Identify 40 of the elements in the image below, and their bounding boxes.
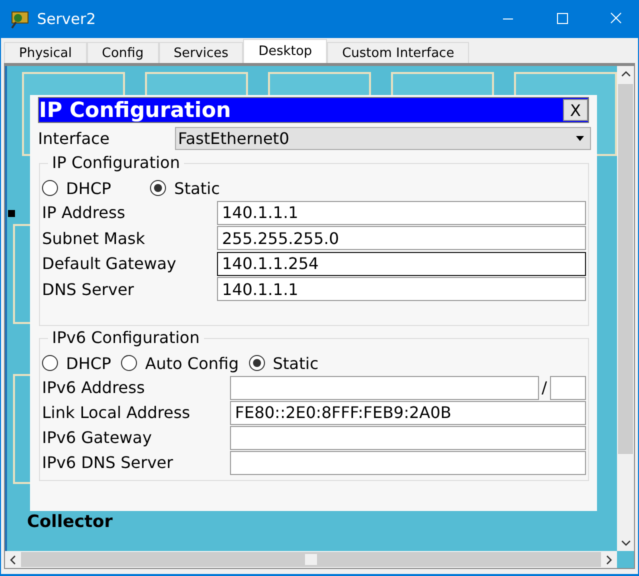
field-label: IPv6 Address	[42, 378, 146, 397]
scroll-thumb[interactable]	[618, 84, 633, 454]
input-field[interactable]	[230, 376, 539, 400]
tab[interactable]: Physical	[4, 42, 87, 63]
input-field[interactable]: 140.1.1.1	[217, 277, 586, 302]
radio-button[interactable]: Static	[248, 354, 318, 372]
input-field[interactable]: FE80::2E0:8FFF:FEB9:2A0B	[230, 400, 586, 424]
tab[interactable]: Custom Interface	[327, 42, 470, 63]
radio-button[interactable]: DHCP	[42, 178, 112, 198]
radio-button[interactable]: DHCP	[42, 354, 112, 372]
separator-label: /	[542, 378, 547, 397]
field-label: IP Address	[42, 203, 126, 222]
group-title: IPv6 Configuration	[48, 328, 204, 347]
field-label: Subnet Mask	[42, 228, 146, 248]
field-label: IPv6 DNS Server	[42, 453, 174, 472]
input-field[interactable]: 140.1.1.254	[217, 252, 586, 276]
scroll-thumb[interactable]	[305, 554, 317, 565]
field-label: Interface	[38, 128, 111, 148]
app-label: Collector	[27, 512, 113, 532]
tab[interactable]: Services	[158, 42, 244, 63]
caret-icon	[576, 136, 584, 140]
field-label: Link Local Address	[42, 403, 192, 422]
tab[interactable]: Desktop	[243, 39, 328, 63]
field-label: Default Gateway	[42, 254, 178, 274]
window-title: Server2	[37, 10, 97, 28]
prefix-field[interactable]	[550, 376, 586, 400]
dialog-title: IP Configuration	[39, 98, 232, 122]
input-field[interactable]: 255.255.255.0	[217, 226, 586, 250]
group-title: IP Configuration	[48, 153, 184, 172]
input-field[interactable]	[230, 426, 586, 450]
field-label: IPv6 Gateway	[42, 428, 153, 447]
interface-dropdown[interactable]: FastEthernet0	[175, 126, 591, 150]
tab[interactable]: Config	[86, 42, 159, 63]
radio-button[interactable]: Static	[150, 178, 220, 198]
scrollbar-corner	[617, 551, 634, 568]
field-label: DNS Server	[42, 280, 135, 299]
input-field[interactable]	[230, 450, 586, 474]
input-field[interactable]: 140.1.1.1	[217, 200, 586, 225]
radio-button[interactable]: Auto Config	[121, 354, 239, 372]
close-button[interactable]: X	[563, 99, 588, 121]
